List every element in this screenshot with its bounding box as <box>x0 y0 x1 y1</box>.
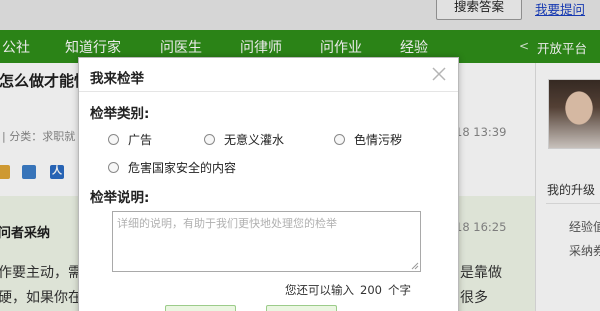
dialog-title: 我来检举 <box>90 71 144 87</box>
radio-porn[interactable]: 色情污秽 <box>334 131 402 148</box>
close-icon[interactable] <box>430 65 448 83</box>
report-description-input[interactable] <box>113 212 420 271</box>
radio-label: 危害国家安全的内容 <box>128 161 237 175</box>
radio-label: 无意义灌水 <box>224 133 285 147</box>
radio-button[interactable] <box>204 134 215 145</box>
report-description-box <box>112 211 421 272</box>
radio-ad[interactable]: 广告 <box>108 131 152 148</box>
report-dialog: 我来检举 检举类别: 广告 无意义灌水 色情污秽 危害国家安全的内容 检举说明:… <box>78 57 459 311</box>
radio-security[interactable]: 危害国家安全的内容 <box>108 159 236 176</box>
radio-button[interactable] <box>108 134 119 145</box>
submit-report-button[interactable] <box>165 305 236 311</box>
counter-suffix: 个字 <box>387 283 411 297</box>
char-counter: 您还可以输入 200 个字 <box>285 282 411 298</box>
counter-value: 200 <box>360 283 382 297</box>
radio-spam[interactable]: 无意义灌水 <box>204 131 284 148</box>
dialog-header: 我来检举 <box>79 58 458 92</box>
cancel-button[interactable] <box>266 305 337 311</box>
radio-label: 色情污秽 <box>354 133 403 147</box>
report-type-label: 检举类别: <box>90 106 150 122</box>
radio-label: 广告 <box>128 133 153 147</box>
counter-prefix: 您还可以输入 <box>285 283 354 297</box>
report-description-label: 检举说明: <box>90 190 150 206</box>
resize-handle-icon[interactable] <box>411 262 419 270</box>
radio-button[interactable] <box>108 162 119 173</box>
radio-button[interactable] <box>334 134 345 145</box>
